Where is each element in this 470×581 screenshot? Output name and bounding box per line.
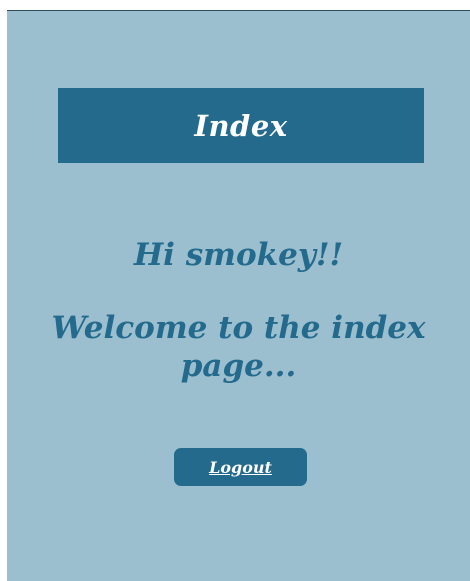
greeting-text: Hi smokey!!	[133, 237, 344, 273]
welcome-text: Welcome to the index page...	[51, 310, 426, 384]
logout-link[interactable]: Logout	[209, 458, 272, 477]
page-title: Index	[194, 108, 288, 143]
logout-button[interactable]: Logout	[174, 448, 307, 486]
index-header: Index	[58, 88, 424, 163]
page-frame: Index Hi smokey!! Welcome to the index p…	[7, 10, 470, 581]
